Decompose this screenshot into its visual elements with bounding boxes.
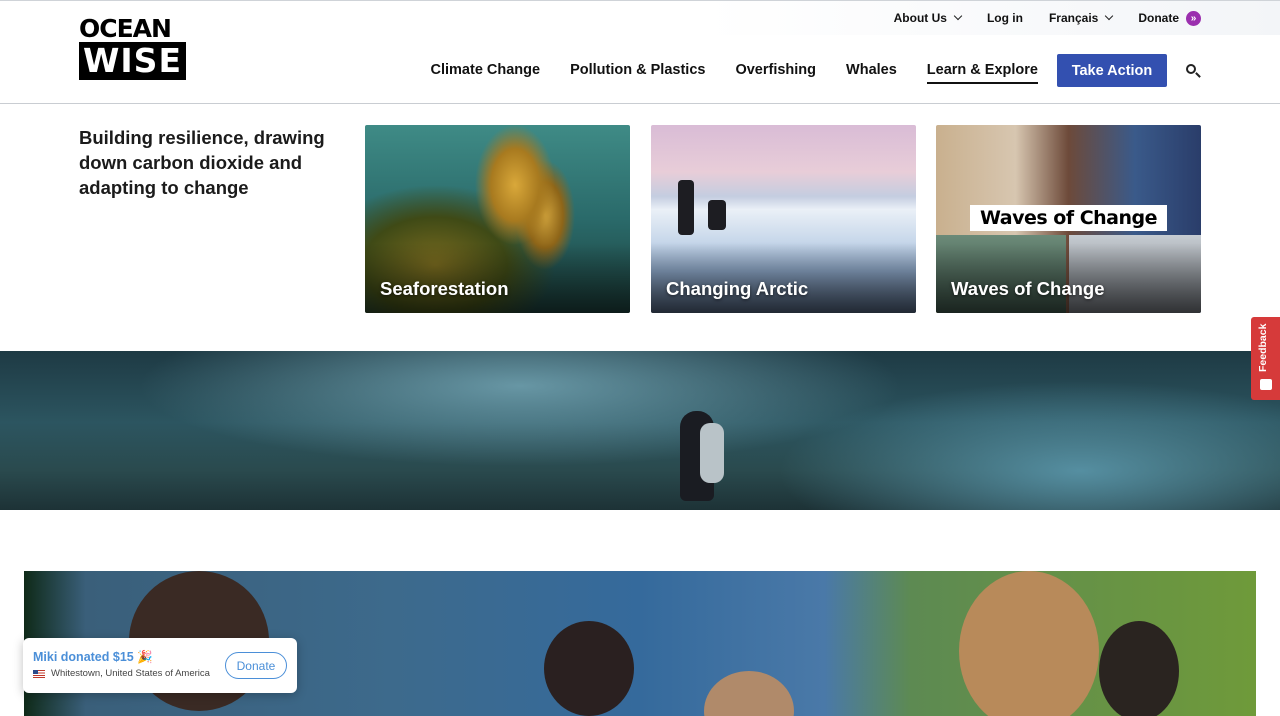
person-head bbox=[704, 671, 794, 716]
person-figure bbox=[708, 200, 726, 230]
us-flag-icon bbox=[33, 669, 45, 678]
waves-of-change-banner: Waves of Change bbox=[970, 205, 1167, 231]
card-seaforestation[interactable]: Seaforestation bbox=[365, 125, 630, 313]
site-header: OCEAN WISE About Us Log in Français Dona… bbox=[0, 0, 1280, 104]
logo-bottom-text: WISE bbox=[79, 42, 186, 80]
feedback-tab[interactable]: Feedback bbox=[1251, 317, 1280, 400]
donate-label: Donate bbox=[1138, 11, 1179, 25]
card-waves-of-change[interactable]: Waves of Change Waves of Change bbox=[936, 125, 1201, 313]
language-label: Français bbox=[1048, 11, 1099, 25]
main-nav: Climate Change Pollution & Plastics Over… bbox=[401, 54, 1202, 87]
diver-hero-image bbox=[0, 351, 1280, 510]
nav-overfishing[interactable]: Overfishing bbox=[735, 54, 816, 87]
chevron-down-icon bbox=[953, 11, 963, 21]
nav-learn-explore[interactable]: Learn & Explore bbox=[926, 54, 1039, 87]
nav-whales[interactable]: Whales bbox=[846, 54, 897, 87]
toast-location: Whitestown, United States of America bbox=[51, 668, 210, 679]
chevron-down-icon bbox=[1105, 11, 1114, 21]
scuba-diver bbox=[640, 401, 760, 501]
donation-toast: Miki donated $15 🎉 Whitestown, United St… bbox=[23, 638, 297, 693]
about-us-menu[interactable]: About Us bbox=[893, 11, 963, 25]
toast-title: Miki donated $15 🎉 bbox=[33, 650, 153, 664]
ocean-wise-logo[interactable]: OCEAN WISE bbox=[79, 14, 187, 80]
search-icon-handle bbox=[1195, 71, 1201, 78]
card-label: Seaforestation bbox=[380, 278, 509, 299]
login-label: Log in bbox=[986, 11, 1023, 25]
search-icon[interactable] bbox=[1185, 63, 1201, 79]
utility-nav: About Us Log in Français Donate » bbox=[868, 10, 1201, 26]
about-us-label: About Us bbox=[893, 11, 947, 25]
take-action-button[interactable]: Take Action bbox=[1057, 54, 1167, 87]
person-head bbox=[1099, 621, 1179, 716]
search-icon-ring bbox=[1186, 63, 1196, 74]
card-changing-arctic[interactable]: Changing Arctic bbox=[651, 125, 916, 313]
toast-donate-button[interactable]: Donate bbox=[225, 652, 287, 679]
login-link[interactable]: Log in bbox=[987, 11, 1023, 25]
nav-pollution-plastics[interactable]: Pollution & Plastics bbox=[570, 54, 705, 87]
feedback-label: Feedback bbox=[1257, 323, 1269, 372]
card-label: Waves of Change bbox=[951, 278, 1105, 299]
toast-location-line: Whitestown, United States of America bbox=[33, 668, 210, 679]
person-head bbox=[959, 571, 1099, 716]
diver-tank bbox=[700, 423, 724, 483]
person-figure bbox=[678, 180, 694, 235]
language-menu[interactable]: Français bbox=[1048, 11, 1114, 25]
donate-link[interactable]: Donate » bbox=[1138, 10, 1201, 26]
logo-top-text: OCEAN bbox=[79, 14, 172, 43]
double-chevron-right-icon: » bbox=[1186, 10, 1201, 26]
feedback-icon bbox=[1260, 379, 1272, 390]
card-label: Changing Arctic bbox=[666, 278, 809, 299]
nav-climate-change[interactable]: Climate Change bbox=[431, 54, 541, 87]
section-intro-text: Building resilience, drawing down carbon… bbox=[79, 127, 325, 198]
person-head bbox=[544, 621, 634, 716]
